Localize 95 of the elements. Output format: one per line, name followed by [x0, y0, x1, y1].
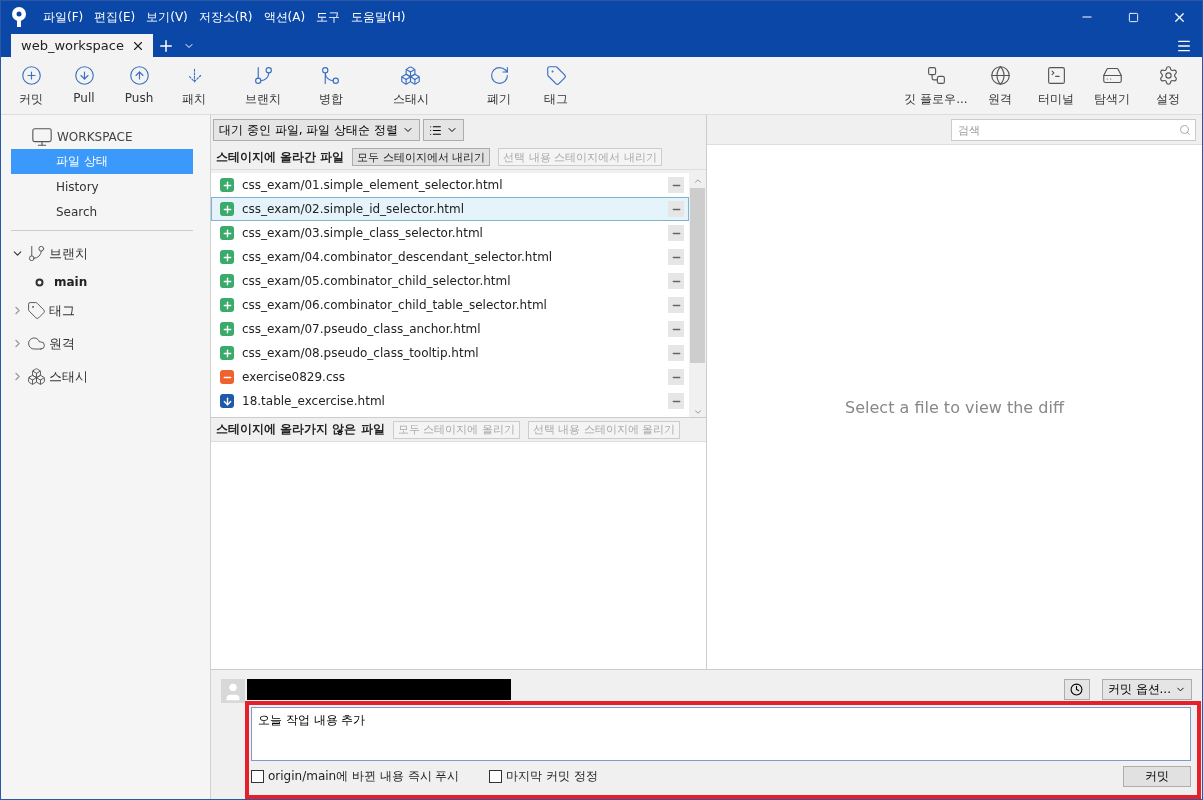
unstage-file-button[interactable]: [668, 201, 684, 217]
file-name: 18.table_excercise.html: [242, 394, 386, 408]
branch-icon: [252, 65, 274, 86]
removed-icon: [220, 370, 234, 384]
toolbar-button[interactable]: 설정: [1140, 65, 1196, 108]
menu-item[interactable]: 액션(A): [263, 8, 306, 26]
sidebar-group[interactable]: 원격: [11, 327, 210, 360]
sort-dropdown[interactable]: 대기 중인 파일, 파일 상태순 정렬: [213, 119, 420, 141]
toolbar-button[interactable]: 커밋: [7, 65, 55, 108]
empty-diff-message: Select a file to view the diff: [845, 397, 1064, 417]
arrow-up-circle-icon: [128, 65, 150, 86]
branch-item[interactable]: main: [11, 270, 210, 294]
menu-item[interactable]: 저장소(R): [198, 8, 253, 26]
commit-options-dropdown[interactable]: 커밋 옵션...: [1101, 679, 1192, 700]
globe-icon: [989, 65, 1011, 86]
unstage-file-button[interactable]: [668, 345, 684, 361]
plus-circle-icon: [20, 65, 42, 86]
sidebar-group[interactable]: 스태시: [11, 360, 210, 393]
merge-icon: [320, 65, 341, 86]
sidebar-item[interactable]: Search: [11, 199, 193, 224]
checkbox[interactable]: [489, 770, 503, 783]
added-icon: [220, 202, 234, 216]
section-title: 스테이지에 올라간 파일: [216, 148, 345, 166]
app-logo-icon: [9, 6, 29, 28]
file-name: css_exam/01.simple_element_selector.html: [242, 178, 504, 192]
file-row[interactable]: css_exam/02.simple_id_selector.html: [211, 197, 689, 221]
file-name: exercise0829.css: [242, 370, 346, 384]
branch-dot-icon: [35, 277, 44, 287]
unstage-file-button[interactable]: [668, 273, 684, 289]
commit-button[interactable]: 커밋: [1123, 766, 1191, 787]
added-icon: [220, 298, 234, 312]
toolbar-button[interactable]: 원격: [972, 65, 1028, 108]
file-name: css_exam/03.simple_class_selector.html: [242, 226, 484, 240]
added-icon: [220, 178, 234, 192]
commit-message-field[interactable]: 오늘 작업 내용 추가: [251, 707, 1191, 761]
toolbar-button[interactable]: 깃 플로우...: [900, 65, 972, 108]
toolbar-button[interactable]: 브랜치: [223, 65, 303, 108]
history-button[interactable]: [1063, 679, 1090, 700]
menu-item[interactable]: 보기(V): [146, 8, 188, 26]
section-title: 스테이지에 올라가지 않은 파일: [216, 421, 385, 438]
toolbar-button[interactable]: 태그: [535, 65, 577, 108]
menu-item[interactable]: 편집(E): [94, 8, 136, 26]
arrow-down-circle-icon: [73, 65, 95, 86]
unstage-file-button[interactable]: [668, 321, 684, 337]
search-icon: [1179, 124, 1191, 136]
avatar-silhouette: [221, 679, 245, 703]
unstage-file-button[interactable]: [668, 249, 684, 265]
toolbar-button[interactable]: 터미널: [1028, 65, 1084, 108]
file-name: css_exam/08.pseudo_class_tooltip.html: [242, 346, 480, 360]
menu-item[interactable]: 도움말(H): [351, 8, 406, 26]
file-name: css_exam/06.combinator_child_table_selector.html: [242, 298, 548, 312]
maximize-icon: [1127, 11, 1139, 23]
file-name: css_exam/07.pseudo_class_anchor.html: [242, 322, 482, 336]
added-icon: [220, 322, 234, 336]
toolbar-button[interactable]: Pull: [55, 65, 113, 105]
sidebar-group[interactable]: 태그: [11, 294, 210, 327]
menu-item[interactable]: 도구: [316, 8, 341, 26]
terminal-icon: [1045, 65, 1067, 86]
added-icon: [220, 226, 234, 240]
added-icon: [220, 274, 234, 288]
sidebar-group[interactable]: 브랜치: [11, 237, 210, 270]
toolbar-button[interactable]: 탐색기: [1084, 65, 1140, 108]
clock-icon: [1070, 683, 1084, 696]
option-checkbox[interactable]: 마지막 커밋 정정: [489, 768, 599, 785]
menu-item[interactable]: 파일(F): [43, 8, 84, 26]
toolbar-button[interactable]: 병합: [303, 65, 358, 108]
unstage-file-button[interactable]: [668, 369, 684, 385]
settings-icon: [1157, 65, 1179, 86]
monitor-icon: [31, 126, 53, 148]
added-icon: [220, 250, 234, 264]
unstage-file-button[interactable]: [668, 297, 684, 313]
unstage-button[interactable]: 모두 스테이지에서 내리기: [352, 148, 491, 166]
file-name: css_exam/02.simple_id_selector.html: [242, 202, 466, 216]
tag-icon: [27, 301, 46, 320]
toolbar-button[interactable]: 폐기: [463, 65, 535, 108]
sidebar-item[interactable]: History: [11, 174, 193, 199]
added-icon: [220, 346, 234, 360]
section-title: WORKSPACE: [57, 130, 133, 144]
cloud-icon: [27, 334, 46, 353]
view-dropdown[interactable]: [422, 119, 464, 141]
toolbar-button[interactable]: Push: [113, 65, 165, 105]
toolbar-button[interactable]: 스태시: [358, 65, 463, 108]
toolbar-button[interactable]: 패치: [165, 65, 223, 108]
branch-icon: [27, 244, 46, 263]
drive-icon: [1101, 65, 1123, 86]
file-name: css_exam/05.combinator_child_selector.html: [242, 274, 512, 288]
unstage-file-button[interactable]: [668, 393, 684, 409]
unstage-file-button[interactable]: [668, 177, 684, 193]
unstage-file-button[interactable]: [668, 225, 684, 241]
checkbox-label: 마지막 커밋 정정: [506, 768, 599, 785]
file-name: css_exam/04.combinator_descendant_selector.html: [242, 250, 554, 264]
repo-tab[interactable]: web_workspace: [11, 34, 153, 57]
checkbox[interactable]: [251, 770, 264, 783]
list-icon: [428, 123, 442, 137]
tag-icon: [545, 65, 567, 86]
